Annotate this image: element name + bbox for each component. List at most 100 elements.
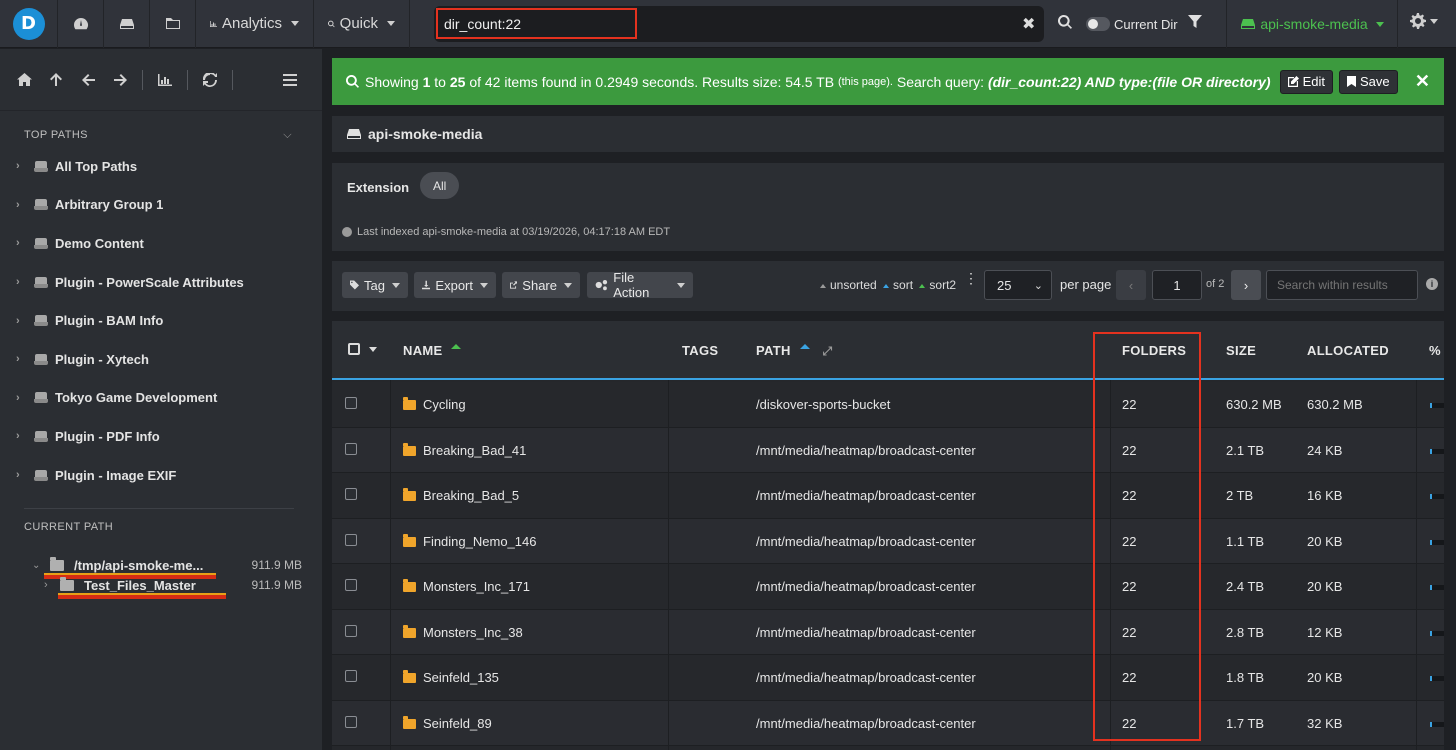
cell-name[interactable]: Monsters_Inc_38 [403, 624, 523, 640]
search-within-input[interactable] [1277, 278, 1417, 292]
top-path-item[interactable]: › Plugin - PowerScale Attributes [0, 263, 322, 302]
row-checkbox[interactable] [345, 670, 357, 682]
search-input[interactable] [434, 16, 994, 32]
sidebar-menu-button[interactable] [274, 64, 306, 96]
sort-options-icon[interactable]: ⋮ [964, 271, 978, 285]
info-icon[interactable]: i [1426, 278, 1438, 290]
tag-button[interactable]: Tag [342, 272, 408, 298]
row-checkbox[interactable] [345, 579, 357, 591]
table-row[interactable]: Breaking_Bad_41/mnt/media/heatmap/broadc… [332, 427, 1444, 473]
cell-name[interactable]: Monsters_Inc_171 [403, 579, 530, 594]
per-page-select[interactable]: 25 ⌄ [984, 270, 1052, 300]
quick-search-menu[interactable]: Quick [314, 0, 410, 48]
cell-path[interactable]: /mnt/media/heatmap/broadcast-center [756, 716, 976, 731]
column-tags[interactable]: TAGS [682, 343, 718, 358]
top-paths-heading[interactable]: TOP PATHS ⌵ [0, 125, 322, 145]
current-dir-toggle[interactable] [1086, 17, 1110, 31]
select-all-checkbox[interactable] [348, 343, 377, 355]
column-size[interactable]: SIZE [1226, 343, 1256, 358]
clear-search-icon[interactable]: ✖ [1022, 14, 1035, 34]
share-button[interactable]: Share [502, 272, 580, 298]
up-button[interactable] [40, 64, 72, 96]
cell-name[interactable]: Seinfeld_135 [403, 670, 499, 685]
top-path-item[interactable]: › Demo Content [0, 224, 322, 263]
percent-bar [1430, 539, 1444, 545]
prev-page-button[interactable]: ‹ [1116, 270, 1146, 300]
page-number-input[interactable]: 1 [1152, 270, 1202, 300]
current-path-node[interactable]: ⌄ /tmp/api-smoke-me... 911.9 MB [32, 555, 302, 575]
settings-menu[interactable] [1410, 13, 1438, 29]
top-path-item[interactable]: › Plugin - Image EXIF [0, 456, 322, 495]
percent-bar [1430, 403, 1444, 408]
storage-button[interactable] [104, 0, 150, 48]
row-checkbox[interactable] [345, 715, 357, 728]
column-percent[interactable]: % [1429, 343, 1441, 358]
analytics-menu[interactable]: Analytics [196, 0, 314, 48]
table-row[interactable]: Monsters_Inc_38/mnt/media/heatmap/broadc… [332, 609, 1444, 655]
cell-name[interactable]: Finding_Nemo_146 [403, 533, 536, 549]
row-checkbox[interactable] [345, 488, 357, 500]
sort-status[interactable]: unsorted sort sort2 [820, 278, 956, 292]
edit-query-button[interactable]: Edit [1279, 69, 1333, 94]
table-row[interactable]: Cycling/diskover-sports-bucket 22 630.2 MB… [332, 382, 1444, 428]
top-path-item[interactable]: › All Top Paths [0, 147, 322, 186]
next-page-button[interactable]: › [1231, 270, 1261, 300]
table-row[interactable]: Seinfeld_89/mnt/media/heatmap/broadcast-… [332, 700, 1444, 746]
table-row[interactable]: Finding_Nemo_146/mnt/media/heatmap/broad… [332, 518, 1444, 564]
cell-folders: 22 [1122, 624, 1137, 640]
column-name[interactable]: NAME [403, 343, 465, 358]
cell-name[interactable]: Seinfeld_89 [403, 715, 492, 731]
column-path[interactable]: PATH ⤢ [756, 343, 832, 359]
close-alert-icon[interactable]: ✕ [1415, 71, 1430, 92]
export-button[interactable]: Export [414, 272, 496, 298]
cell-name[interactable]: Cycling [403, 397, 466, 412]
column-divider [1416, 380, 1417, 750]
top-path-item[interactable]: › Plugin - PDF Info [0, 417, 322, 456]
cell-path[interactable]: /mnt/media/heatmap/broadcast-center [756, 625, 976, 640]
cell-name[interactable]: Breaking_Bad_5 [403, 488, 519, 503]
file-action-button[interactable]: File Action [587, 270, 693, 300]
chevron-right-icon: › [16, 353, 20, 366]
cell-path[interactable]: /mnt/media/heatmap/broadcast-center [756, 443, 976, 458]
table-row[interactable]: Seinfeld_135/mnt/media/heatmap/broadcast… [332, 655, 1444, 701]
cell-path[interactable]: /diskover-sports-bucket [756, 397, 890, 412]
folder-icon [403, 488, 416, 501]
cell-folders: 22 [1122, 397, 1137, 412]
save-query-button[interactable]: Save [1338, 69, 1398, 94]
cell-path[interactable]: /mnt/media/heatmap/broadcast-center [756, 579, 976, 594]
search-submit-button[interactable] [1057, 14, 1072, 32]
table-row[interactable]: Monsters_Inc_171/mnt/media/heatmap/broad… [332, 564, 1444, 610]
last-indexed-note: Last indexed api-smoke-media at 03/19/20… [342, 226, 670, 238]
per-page-label: per page [1060, 277, 1112, 292]
index-selector[interactable]: api-smoke-media [1226, 0, 1398, 48]
diskover-logo[interactable]: D [0, 0, 58, 48]
cell-name[interactable]: Breaking_Bad_41 [403, 442, 526, 458]
chevron-down-icon: ⌄ [1033, 279, 1043, 292]
row-checkbox[interactable] [345, 624, 357, 637]
row-checkbox[interactable] [345, 397, 357, 409]
home-button[interactable] [8, 64, 40, 96]
back-button[interactable] [72, 64, 104, 96]
filter-button[interactable] [1188, 15, 1202, 32]
cell-path[interactable]: /mnt/media/heatmap/broadcast-center [756, 670, 976, 685]
row-checkbox[interactable] [345, 533, 357, 546]
cell-path[interactable]: /mnt/media/heatmap/broadcast-center [756, 534, 976, 549]
expand-icon[interactable]: ⤢ [823, 344, 833, 358]
cell-path[interactable]: /mnt/media/heatmap/broadcast-center [756, 488, 976, 503]
forward-button[interactable] [104, 64, 136, 96]
dashboard-button[interactable] [58, 0, 104, 48]
table-row[interactable]: Breaking_Bad_5/mnt/media/heatmap/broadca… [332, 473, 1444, 519]
refresh-button[interactable] [194, 64, 226, 96]
clock-icon [342, 227, 352, 237]
extension-all-chip[interactable]: All [420, 172, 460, 199]
top-path-item[interactable]: › Plugin - BAM Info [0, 301, 322, 340]
child-path-node[interactable]: › Test_Files_Master 911.9 MB [44, 575, 302, 595]
row-checkbox[interactable] [345, 442, 357, 455]
file-browser-button[interactable] [150, 0, 196, 48]
analytics-button[interactable] [149, 64, 181, 96]
top-path-item[interactable]: › Plugin - Xytech [0, 340, 322, 379]
column-allocated[interactable]: ALLOCATED [1307, 343, 1389, 358]
column-folders[interactable]: FOLDERS [1122, 343, 1186, 358]
top-path-item[interactable]: › Tokyo Game Development [0, 379, 322, 418]
top-path-item[interactable]: › Arbitrary Group 1 [0, 186, 322, 225]
